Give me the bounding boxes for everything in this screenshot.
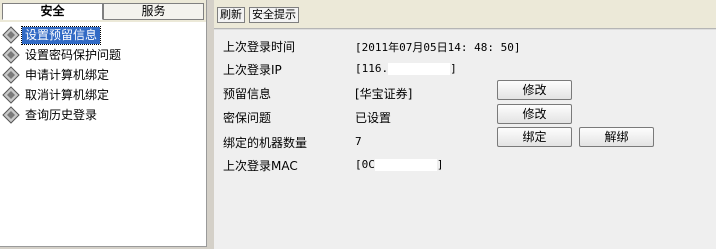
- diamond-arrows-icon: [0, 65, 22, 85]
- mac-prefix: [0C: [355, 158, 375, 171]
- unbind-computer-button[interactable]: 解绑: [579, 127, 654, 147]
- right-panel: 刷新 安全提示 上次登录时间 [2011年07月05日14: 48: 50] 上…: [214, 0, 716, 249]
- security-menu: 设置预留信息 设置密码保护问题 申请计算机绑定 取消计算机绑定 查询历史登录: [0, 25, 206, 125]
- last-login-ip-label: 上次登录IP: [223, 63, 282, 77]
- tab-service[interactable]: 服务: [103, 3, 204, 20]
- menu-item-login-history[interactable]: 查询历史登录: [0, 105, 206, 125]
- security-question-label: 密保问题: [223, 111, 272, 125]
- last-login-mac-label: 上次登录MAC: [223, 159, 298, 173]
- last-login-ip-value: [116.]: [355, 62, 457, 75]
- last-login-time-label: 上次登录时间: [223, 40, 296, 54]
- diamond-arrows-icon: [0, 25, 22, 45]
- tab-bar: 安全 服务: [0, 0, 206, 22]
- diamond-arrows-icon: [0, 45, 22, 65]
- redaction: [388, 63, 451, 75]
- mac-suffix: ]: [436, 158, 444, 171]
- security-question-value: 已设置: [355, 111, 392, 125]
- reserved-info-value: [华宝证券]: [355, 87, 413, 101]
- splitter[interactable]: [207, 0, 214, 248]
- tab-security[interactable]: 安全: [2, 3, 103, 20]
- reserved-info-label: 预留信息: [223, 87, 272, 101]
- menu-item-set-reserved-info[interactable]: 设置预留信息: [0, 25, 206, 45]
- menu-item-label: 设置预留信息: [20, 25, 102, 45]
- menu-item-label: 查询历史登录: [25, 107, 98, 122]
- account-info: 上次登录时间 [2011年07月05日14: 48: 50] 上次登录IP [1…: [214, 29, 716, 249]
- ip-prefix: [116.: [355, 62, 389, 75]
- security-tip-button[interactable]: 安全提示: [249, 7, 299, 23]
- diamond-arrows-icon: [0, 85, 22, 105]
- bound-machines-value: 7: [355, 135, 362, 148]
- menu-item-set-security-question[interactable]: 设置密码保护问题: [0, 45, 206, 65]
- left-panel: 安全 服务 设置预留信息 设置密码保护问题 申请计算机绑定 取消计算机绑定 查询…: [0, 0, 207, 247]
- diamond-arrows-icon: [0, 105, 22, 125]
- ip-suffix: ]: [450, 62, 457, 75]
- refresh-button[interactable]: 刷新: [217, 7, 245, 23]
- menu-item-label: 申请计算机绑定: [25, 67, 110, 82]
- bind-computer-button[interactable]: 绑定: [497, 127, 572, 147]
- menu-item-apply-computer-binding[interactable]: 申请计算机绑定: [0, 65, 206, 85]
- last-login-time-value: [2011年07月05日14: 48: 50]: [355, 41, 521, 54]
- menu-item-cancel-computer-binding[interactable]: 取消计算机绑定: [0, 85, 206, 105]
- menu-item-label: 取消计算机绑定: [25, 87, 110, 102]
- modify-reserved-info-button[interactable]: 修改: [497, 80, 572, 100]
- toolbar: 刷新 安全提示: [214, 0, 716, 29]
- last-login-mac-value: [0C]: [355, 158, 444, 171]
- bound-machines-label: 绑定的机器数量: [223, 136, 308, 150]
- modify-security-question-button[interactable]: 修改: [497, 104, 572, 124]
- redaction: [374, 159, 437, 171]
- menu-item-label: 设置密码保护问题: [25, 47, 122, 62]
